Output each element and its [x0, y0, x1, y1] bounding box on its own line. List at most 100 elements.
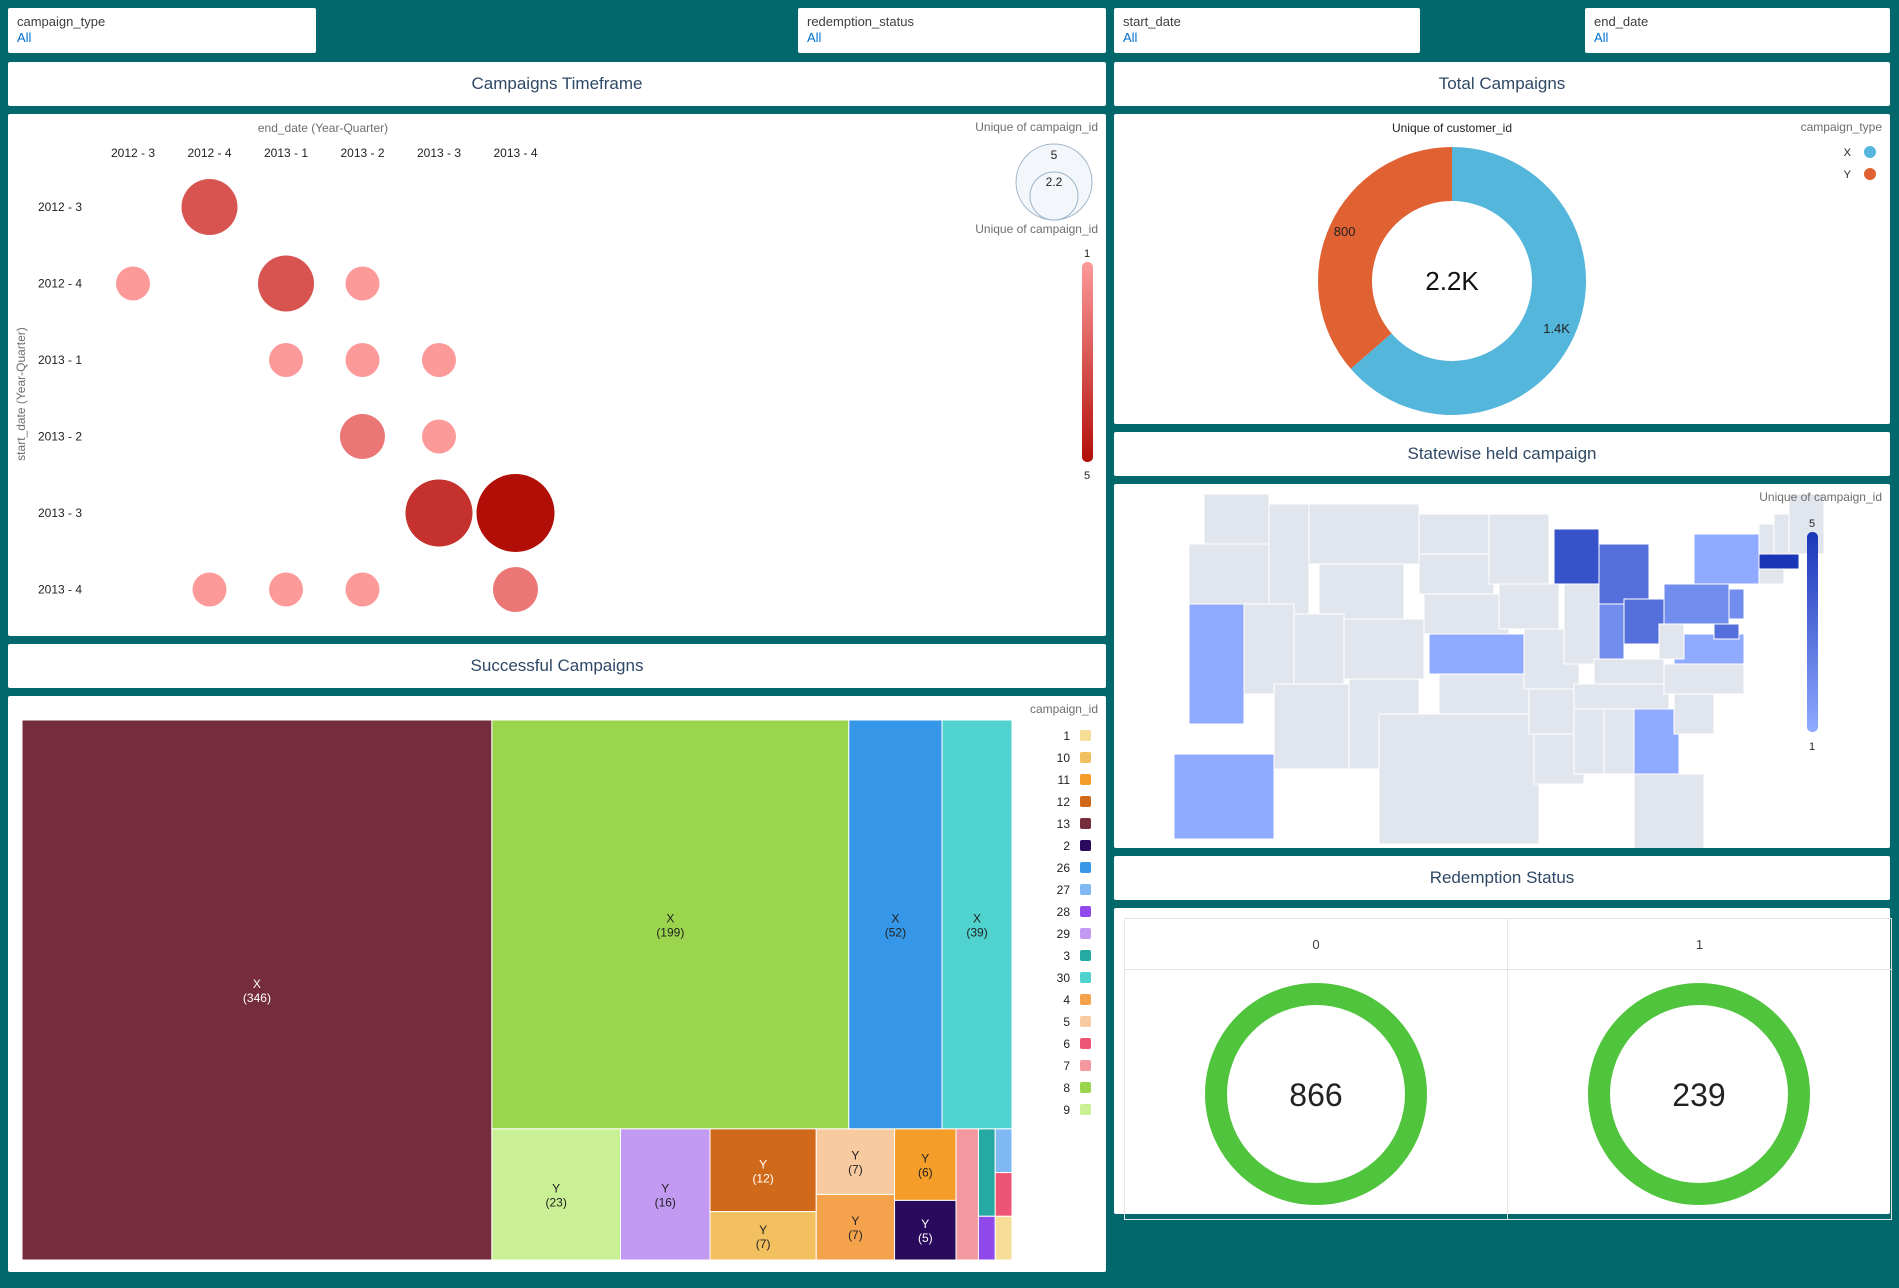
treemap-legend-swatch	[1080, 1060, 1091, 1071]
state-ky	[1593, 658, 1665, 685]
bubble	[258, 255, 314, 312]
treemap-legend-swatch	[1080, 840, 1091, 851]
bubble	[493, 567, 538, 612]
bubble	[269, 343, 303, 377]
state-id	[1268, 503, 1310, 615]
state-wv	[1658, 623, 1685, 660]
state-wa	[1203, 493, 1270, 545]
treemap-tile-type: X	[666, 911, 674, 925]
y-tick-label: 2013 - 1	[38, 353, 82, 367]
filter-redemption-status[interactable]: redemption_status All	[798, 8, 1106, 53]
treemap-tile-count: (7)	[756, 1237, 771, 1251]
state-fl	[1633, 773, 1705, 850]
state-ny	[1693, 533, 1760, 585]
total-campaigns-title: Total Campaigns	[1114, 62, 1890, 106]
treemap-tile-type: Y	[921, 1152, 929, 1166]
campaigns-timeframe-title: Campaigns Timeframe	[8, 62, 1106, 106]
treemap-legend-label: 2	[1063, 839, 1070, 853]
treemap-tile-type: Y	[759, 1157, 767, 1171]
state-in	[1598, 603, 1625, 660]
treemap-legend-label: 12	[1057, 795, 1071, 809]
filter-start-date[interactable]: start_date All	[1114, 8, 1420, 53]
state-wy	[1318, 563, 1405, 620]
state-oh	[1623, 598, 1665, 645]
successful-campaigns-title: Successful Campaigns	[8, 644, 1106, 688]
bubble-chart: end_date (Year-Quarter) 2012 - 3 2012 - 4 2…	[14, 120, 1098, 612]
treemap-legend-swatch	[1080, 730, 1091, 741]
state-ct	[1758, 568, 1785, 585]
campaigns-timeframe-panel: end_date (Year-Quarter) 2012 - 3 2012 - 4 2…	[8, 114, 1106, 636]
state-ak	[1173, 753, 1275, 840]
x-tick-label: 2013 - 4	[493, 146, 537, 160]
filter-label: end_date	[1594, 14, 1649, 29]
x-tick-label: 2013 - 1	[264, 146, 308, 160]
treemap-legend-swatch	[1080, 862, 1091, 873]
column-header: 1	[1508, 919, 1891, 970]
state-ms	[1573, 708, 1605, 775]
filter-label: start_date	[1123, 14, 1181, 29]
bubble	[405, 479, 473, 547]
treemap-legend-label: 29	[1057, 927, 1071, 941]
redemption-table: 0 866 1 239	[1124, 918, 1892, 1220]
treemap-legend-swatch	[1080, 1104, 1091, 1115]
state-nj	[1728, 588, 1745, 620]
filter-label: redemption_status	[807, 14, 914, 29]
treemap-legend-label: 6	[1063, 1037, 1070, 1051]
treemap-legend-swatch	[1080, 1038, 1091, 1049]
treemap-legend-label: 4	[1063, 993, 1070, 1007]
legend-swatch	[1864, 168, 1876, 180]
state-nd	[1418, 513, 1490, 555]
treemap-legend-label: 9	[1063, 1103, 1070, 1117]
total-campaigns-panel: 1.4K 800 2.2K Unique of customer_id campaign…	[1114, 114, 1890, 424]
state-ks	[1428, 633, 1525, 675]
filter-end-date[interactable]: end_date All	[1585, 8, 1890, 53]
state-mi	[1598, 543, 1650, 605]
treemap-legend-label: 13	[1057, 817, 1071, 831]
treemap-tile-count: (7)	[848, 1228, 863, 1242]
treemap-tile-type: X	[891, 911, 899, 925]
bubble	[340, 414, 385, 459]
state-co	[1343, 618, 1425, 680]
treemap-legend-swatch	[1080, 994, 1091, 1005]
treemap-legend-swatch	[1080, 928, 1091, 939]
treemap-legend-label: 8	[1063, 1081, 1070, 1095]
y-tick-label: 2012 - 4	[38, 277, 82, 291]
size-legend-title: Unique of campaign_id	[975, 120, 1098, 134]
treemap-legend-swatch	[1080, 884, 1091, 895]
state-nv	[1243, 603, 1295, 695]
color-legend-title: Unique of campaign_id	[975, 222, 1098, 236]
state-sc	[1673, 693, 1715, 735]
treemap-tile-count: (52)	[885, 925, 906, 939]
state-pa	[1663, 583, 1730, 625]
x-axis-title: end_date (Year-Quarter)	[258, 121, 388, 135]
treemap-legend-label: 3	[1063, 949, 1070, 963]
bubble	[345, 572, 380, 607]
state-tn	[1573, 683, 1670, 710]
statewise-title: Statewise held campaign	[1114, 432, 1890, 476]
treemap-tile-count: (199)	[656, 925, 684, 939]
donut-slice-y	[1318, 147, 1452, 369]
treemap-tile-type: X	[253, 977, 261, 991]
bubble	[269, 572, 303, 607]
treemap-tile-28	[977, 1215, 996, 1261]
state-az	[1273, 683, 1350, 770]
treemap-legend-swatch	[1080, 1016, 1091, 1027]
legend-title: campaign_type	[1801, 120, 1883, 134]
bubble	[422, 343, 456, 377]
donut-center-label: 2.2K	[1425, 266, 1479, 296]
treemap-tile-type: Y	[661, 1181, 669, 1195]
redemption-status-panel: 0 866 1 239	[1114, 908, 1892, 1220]
treemap-tile-type: Y	[921, 1217, 929, 1231]
y-tick-label: 2013 - 2	[38, 430, 82, 444]
donut-title: Unique of customer_id	[1392, 121, 1512, 135]
state-ga	[1633, 708, 1680, 775]
treemap-tile-count: (12)	[752, 1171, 773, 1185]
state-or	[1188, 543, 1270, 605]
map-legend-min: 1	[1809, 741, 1815, 753]
treemap-legend-label: 28	[1057, 905, 1071, 919]
state-nh	[1773, 513, 1790, 555]
treemap-legend-label: 26	[1057, 861, 1071, 875]
filter-campaign-type[interactable]: campaign_type All	[8, 8, 316, 53]
treemap-tile-7	[955, 1128, 979, 1261]
state-md	[1713, 623, 1740, 640]
